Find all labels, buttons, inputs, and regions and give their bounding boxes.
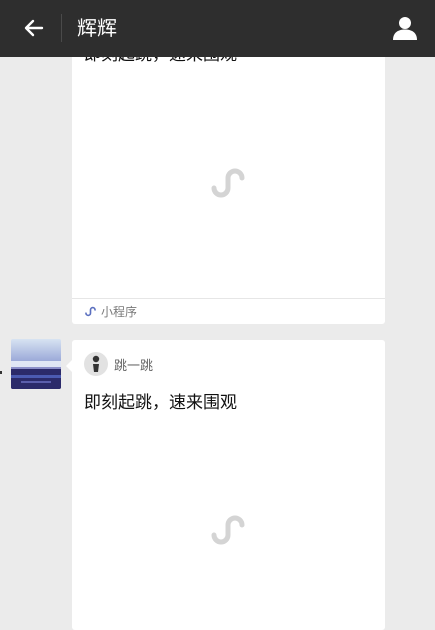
mini-program-icon — [211, 515, 245, 545]
edge-mark — [0, 371, 2, 374]
mini-program-icon — [211, 168, 245, 198]
source-avatar — [84, 352, 108, 376]
back-button[interactable] — [18, 12, 50, 44]
chat-title: 辉辉 — [77, 16, 117, 40]
source-row: 跳一跳 — [84, 352, 153, 376]
mini-program-icon — [85, 306, 96, 317]
card-footer: 小程序 — [72, 298, 385, 324]
avatar[interactable] — [11, 339, 61, 389]
mini-program-label: 小程序 — [101, 305, 138, 319]
chat-header: 辉辉 — [0, 0, 435, 57]
card-title: 即刻起跳，速来围观 — [84, 393, 237, 413]
jump-piece-icon — [92, 355, 100, 372]
arrow-left-icon — [24, 19, 44, 37]
mini-program-card[interactable]: 跳一跳 即刻起跳，速来围观 — [72, 340, 385, 630]
header-divider — [61, 14, 62, 42]
profile-button[interactable] — [389, 12, 421, 44]
source-name: 跳一跳 — [114, 358, 154, 374]
mini-program-card[interactable]: 即刻起跳，速来围观 小程序 — [72, 34, 385, 324]
avatar-image — [11, 339, 61, 389]
person-icon — [393, 17, 417, 40]
